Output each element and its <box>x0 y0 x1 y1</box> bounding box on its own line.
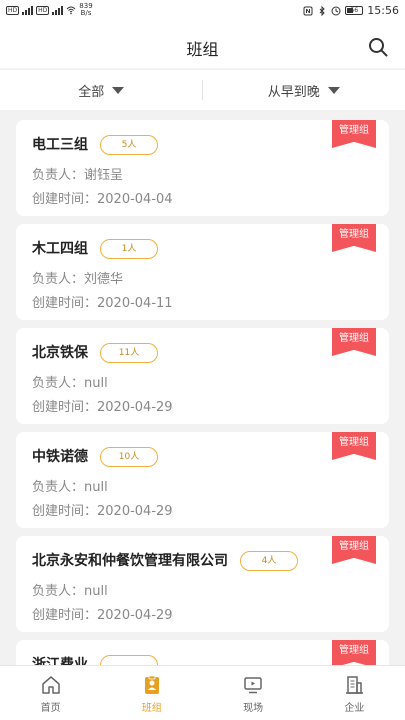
member-count-badge: 5人 <box>100 135 158 155</box>
monitor-icon <box>244 677 262 694</box>
tab-site[interactable]: 现场 <box>203 666 304 720</box>
status-bar: HD HD 839 B/s 56 15:56 <box>0 0 405 24</box>
team-icon <box>144 675 159 694</box>
clock-icon <box>331 6 341 15</box>
team-leader: 负责人：null <box>32 376 108 391</box>
team-name: 北京铁保 11人 <box>32 342 158 363</box>
tab-team[interactable]: 班组 <box>101 666 202 720</box>
battery-icon: 56 <box>345 6 364 15</box>
member-count-badge: 10人 <box>100 447 158 467</box>
tab-company[interactable]: 企业 <box>304 666 405 720</box>
team-name: 木工四组 1人 <box>32 238 158 259</box>
management-ribbon: 管理组 <box>332 120 376 148</box>
member-count-badge: 1人 <box>100 239 158 259</box>
team-card[interactable]: 北京永安和仲餐饮管理有限公司 4人 负责人：null 创建时间：2020-04-2… <box>16 536 389 632</box>
member-count-badge: 11人 <box>100 343 158 363</box>
team-name: 中铁诺德 10人 <box>32 446 158 467</box>
signal-icon <box>52 5 64 15</box>
tab-home[interactable]: 首页 <box>0 666 101 720</box>
management-ribbon: 管理组 <box>332 640 376 665</box>
filter-scope-label: 全部 <box>78 84 105 100</box>
team-card[interactable]: 木工四组 1人 负责人：刘德华 创建时间：2020-04-11 管理组 <box>16 224 389 320</box>
caret-down-icon <box>112 86 125 94</box>
management-ribbon: 管理组 <box>332 328 376 356</box>
bluetooth-icon <box>319 5 326 16</box>
team-leader: 负责人：谢钰呈 <box>32 168 124 183</box>
team-list: 电工三组 5人 负责人：谢钰呈 创建时间：2020-04-04 管理组 木工四组 1… <box>0 110 405 665</box>
nfc-icon <box>303 6 313 15</box>
member-count-badge: 4人 <box>240 551 298 571</box>
team-name: 浙江费业 <box>32 654 158 665</box>
hd-icon: HD <box>36 5 50 15</box>
team-leader: 负责人：刘德华 <box>32 272 124 287</box>
tab-site-label: 现场 <box>243 703 264 714</box>
team-card[interactable]: 电工三组 5人 负责人：谢钰呈 创建时间：2020-04-04 管理组 <box>16 120 389 216</box>
status-right: 56 15:56 <box>303 4 399 17</box>
building-icon <box>346 676 364 694</box>
hd-icon: HD <box>6 5 20 15</box>
team-card[interactable]: 中铁诺德 10人 负责人：null 创建时间：2020-04-29 管理组 <box>16 432 389 528</box>
management-ribbon: 管理组 <box>332 536 376 564</box>
home-icon <box>41 676 60 694</box>
signal-icon <box>22 5 34 15</box>
tab-home-label: 首页 <box>40 703 61 714</box>
wifi-icon <box>66 6 76 15</box>
team-name: 北京永安和仲餐饮管理有限公司 4人 <box>32 550 298 571</box>
team-leader: 负责人：null <box>32 584 108 599</box>
management-ribbon: 管理组 <box>332 224 376 252</box>
filter-scope-dropdown[interactable]: 全部 <box>0 70 203 110</box>
header: 班组 <box>0 24 405 68</box>
team-created: 创建时间：2020-04-29 <box>32 400 173 415</box>
page-title: 班组 <box>186 40 219 59</box>
caret-down-icon <box>327 86 340 94</box>
tab-team-label: 班组 <box>141 703 162 714</box>
team-card[interactable]: 北京铁保 11人 负责人：null 创建时间：2020-04-29 管理组 <box>16 328 389 424</box>
tab-company-label: 企业 <box>344 703 365 714</box>
team-name: 电工三组 5人 <box>32 134 158 155</box>
filter-sort-dropdown[interactable]: 从早到晚 <box>203 70 405 110</box>
tab-bar: 首页 班组 现场 企业 <box>0 665 405 720</box>
filter-sort-label: 从早到晚 <box>267 84 320 100</box>
filter-bar: 全部 从早到晚 <box>0 70 405 110</box>
search-icon[interactable] <box>367 36 389 58</box>
team-leader: 负责人：null <box>32 480 108 495</box>
member-count-badge <box>100 655 158 665</box>
team-created: 创建时间：2020-04-11 <box>32 296 173 311</box>
status-left: HD HD 839 B/s <box>6 3 93 17</box>
status-time: 15:56 <box>367 4 399 17</box>
team-created: 创建时间：2020-04-04 <box>32 192 173 207</box>
net-speed: 839 B/s <box>79 2 93 17</box>
team-created: 创建时间：2020-04-29 <box>32 504 173 519</box>
management-ribbon: 管理组 <box>332 432 376 460</box>
team-card[interactable]: 浙江费业 管理组 <box>16 640 389 665</box>
team-created: 创建时间：2020-04-29 <box>32 608 173 623</box>
